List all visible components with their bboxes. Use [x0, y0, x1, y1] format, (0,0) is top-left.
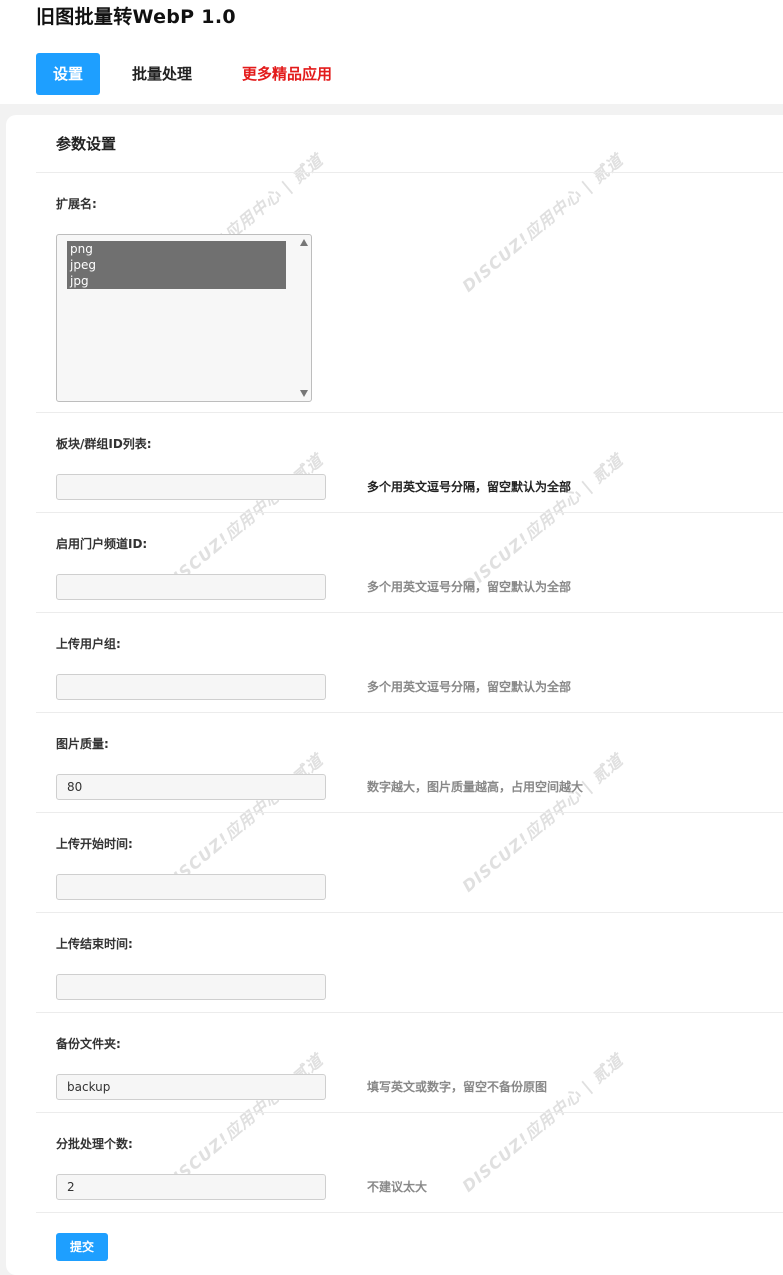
start-time-label: 上传开始时间:	[56, 837, 133, 851]
extension-option[interactable]: png	[67, 241, 286, 257]
batch-count-hint: 不建议太大	[367, 1180, 428, 1194]
extension-label: 扩展名:	[56, 197, 97, 211]
end-time-input[interactable]	[56, 974, 326, 1000]
divider	[36, 172, 783, 173]
divider	[36, 412, 783, 413]
app-title: 旧图批量转WebP 1.0	[36, 6, 236, 28]
quality-hint: 数字越大，图片质量越高，占用空间越大	[367, 780, 584, 794]
divider	[36, 512, 783, 513]
quality-input[interactable]	[56, 774, 326, 800]
divider	[36, 812, 783, 813]
divider	[36, 1012, 783, 1013]
forum-ids-input[interactable]	[56, 474, 326, 500]
portal-ids-hint: 多个用英文逗号分隔，留空默认为全部	[367, 580, 572, 594]
backup-folder-hint: 填写英文或数字，留空不备份原图	[367, 1080, 548, 1094]
divider	[36, 912, 783, 913]
portal-ids-label: 启用门户频道ID:	[56, 537, 148, 551]
extension-option[interactable]: jpg	[67, 273, 286, 289]
quality-label: 图片质量:	[56, 737, 109, 751]
divider	[36, 1212, 783, 1213]
backup-folder-label: 备份文件夹:	[56, 1037, 121, 1051]
upload-groups-label: 上传用户组:	[56, 637, 121, 651]
tab-settings[interactable]: 设置	[36, 53, 100, 95]
tab-batch-process[interactable]: 批量处理	[132, 53, 192, 95]
upload-groups-input[interactable]	[56, 674, 326, 700]
section-title: 参数设置	[56, 135, 117, 153]
scroll-down-arrow-icon[interactable]	[300, 390, 308, 397]
scroll-up-arrow-icon[interactable]	[300, 239, 308, 246]
upload-groups-hint: 多个用英文逗号分隔，留空默认为全部	[367, 680, 572, 694]
forum-ids-hint: 多个用英文逗号分隔，留空默认为全部	[367, 480, 572, 494]
tab-more-apps[interactable]: 更多精品应用	[242, 53, 332, 95]
batch-count-label: 分批处理个数:	[56, 1137, 133, 1151]
divider	[36, 612, 783, 613]
extension-option[interactable]: jpeg	[67, 257, 286, 273]
batch-count-input[interactable]	[56, 1174, 326, 1200]
extension-listbox[interactable]: png jpeg jpg	[56, 234, 312, 402]
divider	[36, 1112, 783, 1113]
forum-ids-label: 板块/群组ID列表:	[56, 437, 152, 451]
start-time-input[interactable]	[56, 874, 326, 900]
end-time-label: 上传结束时间:	[56, 937, 133, 951]
divider	[36, 712, 783, 713]
backup-folder-input[interactable]	[56, 1074, 326, 1100]
submit-button[interactable]: 提交	[56, 1233, 108, 1261]
portal-ids-input[interactable]	[56, 574, 326, 600]
